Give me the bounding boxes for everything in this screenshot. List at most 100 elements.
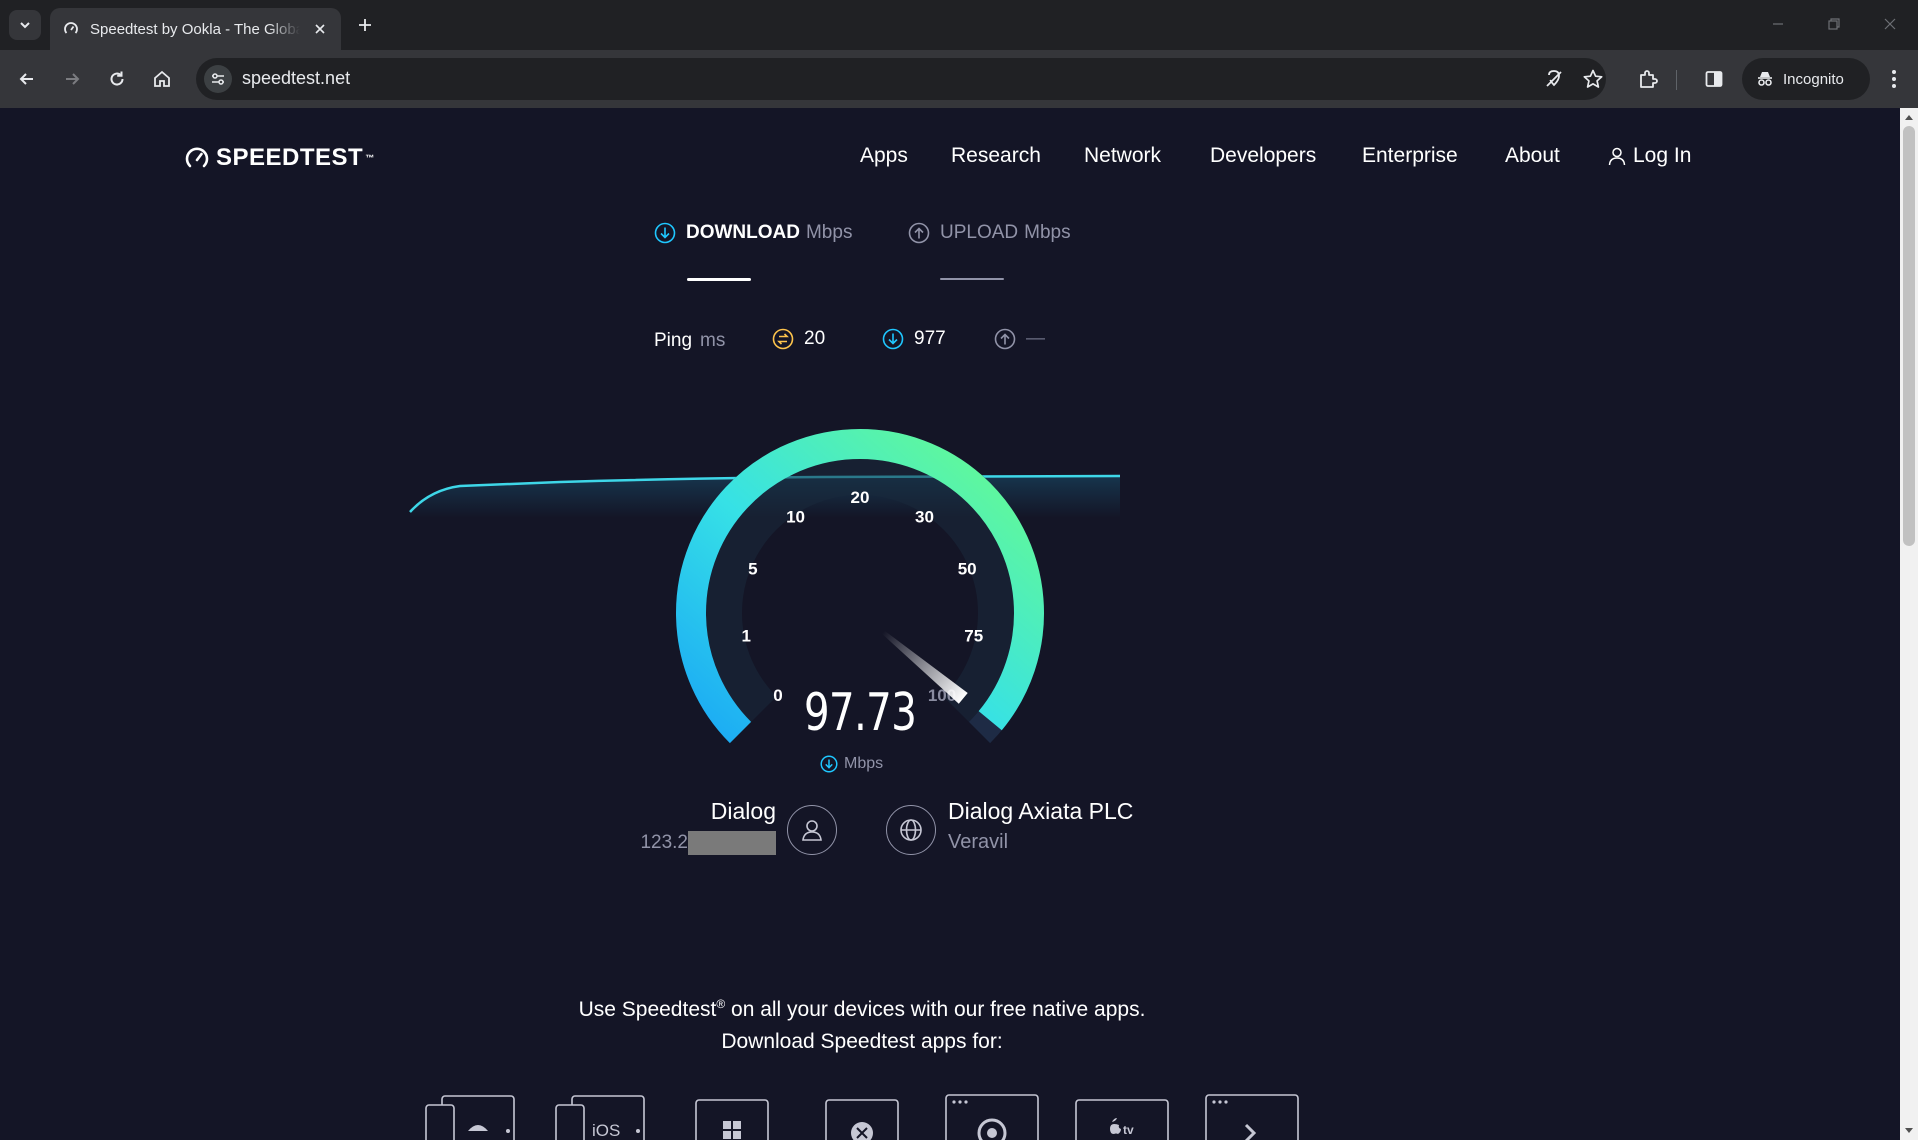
arrow-right-icon xyxy=(66,73,80,85)
speed-unit: Mbps xyxy=(820,755,883,773)
close-window-button[interactable] xyxy=(1878,12,1902,36)
reload-icon xyxy=(110,71,124,86)
promo-line-2: Download Speedtest apps for: xyxy=(721,1030,1003,1053)
home-button[interactable] xyxy=(146,63,178,95)
upload-label: UPLOAD xyxy=(940,222,1019,243)
scroll-down-icon[interactable] xyxy=(1904,1126,1914,1136)
gauge-label: 30 xyxy=(915,508,934,527)
tab-title: Speedtest by Ookla - The Global Broadban… xyxy=(90,20,300,38)
ping-upload: — xyxy=(994,328,1045,350)
gauge-label: 1 xyxy=(741,627,750,646)
url-text[interactable]: speedtest.net xyxy=(242,68,350,89)
ping-label-group: Ping ms xyxy=(654,330,725,352)
reload-button[interactable] xyxy=(101,63,133,95)
side-panel-icon[interactable] xyxy=(1700,65,1728,93)
mac-app-icon[interactable] xyxy=(824,1093,900,1140)
speedtest-favicon xyxy=(62,20,80,38)
download-unit: Mbps xyxy=(805,222,853,243)
nav-item-about[interactable]: About xyxy=(1505,144,1560,168)
address-bar[interactable]: speedtest.net xyxy=(196,58,1606,100)
scrollbar-thumb[interactable] xyxy=(1903,126,1915,546)
bookmark-star-icon[interactable] xyxy=(1581,67,1605,91)
tab-search-button[interactable] xyxy=(9,10,41,40)
close-icon xyxy=(1884,18,1896,30)
upload-underline xyxy=(940,278,1004,280)
promo-line-1a: Use Speedtest xyxy=(578,998,717,1021)
isp-ip: 123.2 xyxy=(560,831,776,855)
gauge-label: 75 xyxy=(964,627,983,646)
chevron-down-icon xyxy=(20,22,30,29)
upload-header: UPLOAD Mbps xyxy=(908,222,1071,244)
gauge-label: 20 xyxy=(851,488,870,507)
promo-line-1: Use Speedtest® on all your devices with … xyxy=(0,988,1724,1026)
server-location[interactable]: Veravil xyxy=(948,831,1133,854)
ios-app-icon[interactable]: iOS xyxy=(554,1093,648,1140)
gauge-label: 5 xyxy=(748,560,757,579)
svg-text:tv: tv xyxy=(1123,1123,1134,1137)
eye-off-icon[interactable] xyxy=(1542,67,1566,91)
plus-icon xyxy=(359,19,371,31)
tune-icon xyxy=(212,73,224,85)
ping-idle-icon xyxy=(772,328,794,350)
nav-item-research[interactable]: Research xyxy=(951,144,1041,168)
nav-item-enterprise[interactable]: Enterprise xyxy=(1362,144,1458,168)
home-icon xyxy=(154,70,170,87)
browser-tabstrip: Speedtest by Ookla - The Global Broadban… xyxy=(0,0,1918,50)
incognito-label: Incognito xyxy=(1783,70,1844,88)
nav-item-developers[interactable]: Developers xyxy=(1210,144,1316,168)
more-menu-icon[interactable] xyxy=(1880,65,1908,93)
speed-value: 97.73 xyxy=(803,683,917,743)
ping-download: 977 xyxy=(882,328,946,350)
download-label: DOWNLOAD xyxy=(686,222,800,243)
cli-app-icon[interactable] xyxy=(1204,1093,1300,1140)
incognito-icon xyxy=(1758,72,1772,86)
ping-label: Ping xyxy=(654,330,693,351)
scroll-up-icon[interactable] xyxy=(1904,112,1914,122)
toolbar-divider xyxy=(1676,70,1677,90)
server-info: Dialog Axiata PLC Veravil xyxy=(948,798,1133,854)
promo-line-1b: on all your devices with our free native… xyxy=(725,998,1146,1021)
server-name[interactable]: Dialog Axiata PLC xyxy=(948,798,1133,825)
minimize-button[interactable] xyxy=(1766,12,1790,36)
globe-icon xyxy=(900,819,922,841)
windows-app-icon[interactable] xyxy=(694,1093,770,1140)
ping-idle-value: 20 xyxy=(804,328,826,349)
arrow-left-icon xyxy=(19,73,33,85)
main-nav: Apps Research Network Developers Enterpr… xyxy=(0,144,1900,174)
speed-unit-label: Mbps xyxy=(844,755,884,772)
device-apps: iOS tv xyxy=(0,1093,1900,1140)
gauge-inner-glow xyxy=(706,459,1014,722)
extensions-icon[interactable] xyxy=(1634,65,1662,93)
close-tab-icon[interactable] xyxy=(311,20,329,38)
registered-mark: ® xyxy=(716,997,726,1011)
ping-idle: 20 xyxy=(772,328,825,350)
server-globe-button[interactable] xyxy=(886,805,936,855)
login-link[interactable]: Log In xyxy=(1607,144,1691,168)
restore-button[interactable] xyxy=(1822,12,1846,36)
ping-upload-icon xyxy=(994,328,1016,350)
chrome-app-icon[interactable] xyxy=(944,1093,1040,1140)
login-label: Log In xyxy=(1633,144,1692,167)
nav-item-network[interactable]: Network xyxy=(1084,144,1161,168)
ping-unit: ms xyxy=(700,330,726,351)
gauge-label: 50 xyxy=(958,560,977,579)
back-button[interactable] xyxy=(11,63,43,95)
upload-unit: Mbps xyxy=(1024,222,1071,243)
new-tab-button[interactable] xyxy=(352,12,378,38)
download-header: DOWNLOAD Mbps xyxy=(654,222,852,244)
android-app-icon[interactable] xyxy=(424,1093,518,1140)
restore-icon xyxy=(1828,18,1840,30)
user-icon xyxy=(802,820,822,841)
site-info-button[interactable] xyxy=(204,65,232,93)
user-icon xyxy=(1608,147,1626,166)
apple-tv-app-icon[interactable]: tv xyxy=(1074,1093,1170,1140)
incognito-badge[interactable]: Incognito xyxy=(1742,58,1870,100)
user-circle-button[interactable] xyxy=(787,805,837,855)
nav-item-apps[interactable]: Apps xyxy=(860,144,908,168)
ping-download-value: 977 xyxy=(914,328,946,349)
minimize-icon xyxy=(1773,23,1783,25)
forward-button[interactable] xyxy=(56,63,88,95)
download-arrow-icon xyxy=(654,222,676,244)
page-scrollbar[interactable] xyxy=(1900,108,1918,1140)
browser-tab-active[interactable]: Speedtest by Ookla - The Global Broadban… xyxy=(50,8,341,50)
